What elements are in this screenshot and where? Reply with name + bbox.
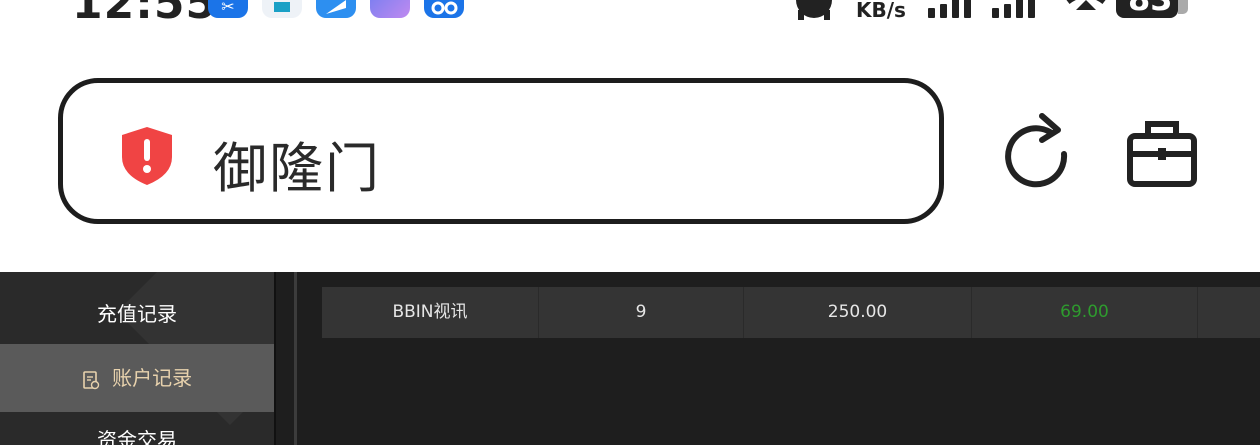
app-icon-3	[316, 0, 356, 18]
battery-level: 83	[1128, 0, 1173, 18]
wifi-icon	[1066, 0, 1106, 10]
app-icon-1: ✂	[208, 0, 248, 18]
cell-game: BBIN视讯	[322, 287, 539, 338]
sidebar: 充值记录 账户记录 资金交易	[0, 272, 274, 445]
shield-alert-icon	[122, 127, 172, 185]
reload-icon[interactable]	[998, 112, 1074, 192]
alarm-icon	[796, 0, 832, 20]
address-bar[interactable]: 御隆门	[58, 78, 944, 224]
app-icon-5	[424, 0, 464, 18]
cell-count: 9	[539, 287, 744, 338]
site-name: 御隆门	[213, 137, 381, 200]
status-bar: 12:55 ✂ KB/s 83	[0, 0, 1260, 30]
sidebar-item-recharge-records[interactable]: 充值记录	[0, 288, 274, 340]
sidebar-item-label: 账户记录	[112, 366, 193, 390]
web-content: 充值记录 账户记录 资金交易 BBIN视讯 9 250.00 69.00	[0, 272, 1260, 445]
svg-text:✂: ✂	[221, 0, 234, 16]
sidebar-item-account-records[interactable]: 账户记录	[0, 344, 274, 412]
divider	[294, 272, 297, 445]
cell-extra	[1198, 287, 1260, 338]
network-speed-unit: KB/s	[856, 0, 906, 22]
table-row[interactable]: BBIN视讯 9 250.00 69.00	[322, 287, 1260, 338]
app-icon-2	[262, 0, 302, 18]
divider	[274, 272, 276, 445]
signal-icon	[928, 0, 978, 18]
signal-icon	[992, 0, 1042, 18]
cell-result: 69.00	[972, 287, 1198, 338]
toolbox-icon[interactable]	[1124, 116, 1200, 192]
sidebar-item-fund-transactions[interactable]: 资金交易	[0, 420, 274, 445]
app-icon-4	[370, 0, 410, 18]
sidebar-item-label: 资金交易	[97, 428, 177, 445]
status-time: 12:55	[72, 0, 218, 29]
sidebar-item-label: 充值记录	[97, 302, 177, 326]
cell-amount: 250.00	[744, 287, 972, 338]
document-icon	[83, 370, 100, 389]
battery-cap	[1178, 0, 1188, 14]
